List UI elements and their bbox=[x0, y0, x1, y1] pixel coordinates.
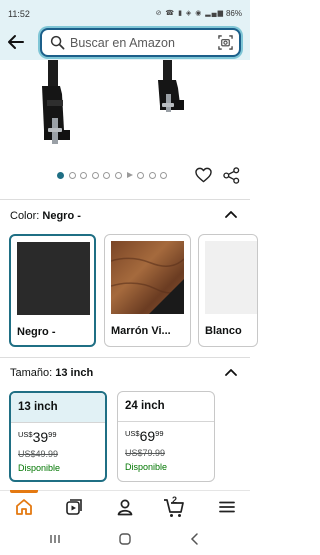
size-label: Tamaño: 13 inch bbox=[10, 367, 93, 379]
clamp-left bbox=[42, 60, 70, 144]
price-cents: 99 bbox=[155, 429, 164, 438]
size-option-13-inch[interactable]: 13 inch US$3999 US$49.99 Disponible bbox=[9, 391, 107, 482]
search-bar[interactable] bbox=[40, 28, 241, 57]
cart-count: 2 bbox=[172, 495, 178, 505]
color-option-label: Negro - bbox=[17, 326, 56, 338]
price-currency: US$ bbox=[125, 429, 140, 438]
carousel-dot[interactable] bbox=[160, 171, 168, 179]
battery-level: 86% bbox=[225, 9, 242, 18]
active-tab-indicator bbox=[10, 490, 38, 493]
color-option-marron[interactable]: Marrón Vi... bbox=[104, 234, 191, 347]
system-nav-bar bbox=[0, 522, 250, 555]
size-option-24-inch[interactable]: 24 inch US$6999 US$79.99 Disponible bbox=[117, 391, 215, 482]
color-label: Color: Negro - bbox=[10, 210, 81, 222]
carousel-dot[interactable] bbox=[80, 171, 88, 179]
status-icons: ⊘ ☎ ▮ ◈ ◉ ▂▄▆ bbox=[155, 10, 224, 17]
color-option-negro[interactable]: Negro - bbox=[9, 234, 96, 347]
cart-button[interactable]: 2 bbox=[163, 495, 187, 518]
price-whole: 69 bbox=[139, 428, 156, 444]
inspire-icon[interactable] bbox=[65, 498, 83, 516]
color-option-label: Blanco bbox=[205, 325, 242, 337]
back-arrow-icon[interactable] bbox=[6, 32, 26, 52]
carousel-dot[interactable] bbox=[91, 171, 99, 179]
menu-icon[interactable] bbox=[218, 498, 236, 516]
swatch-image-negro bbox=[17, 242, 90, 315]
availability: Disponible bbox=[125, 462, 168, 472]
price-whole: 39 bbox=[32, 429, 49, 445]
list-price: US$49.99 bbox=[18, 449, 59, 459]
search-input[interactable] bbox=[70, 30, 210, 55]
carousel-dot[interactable] bbox=[137, 171, 145, 179]
heart-icon[interactable] bbox=[195, 167, 212, 183]
divider bbox=[0, 357, 250, 358]
color-label-prefix: Color: bbox=[10, 210, 40, 222]
price: US$6999 bbox=[125, 428, 164, 446]
home-system-icon[interactable] bbox=[118, 532, 132, 546]
selected-size: 13 inch bbox=[55, 367, 94, 379]
price: US$3999 bbox=[18, 429, 57, 447]
bottom-nav: 2 bbox=[0, 490, 250, 522]
image-carousel-dots[interactable] bbox=[57, 170, 168, 180]
list-price: US$79.99 bbox=[125, 448, 166, 458]
color-option-label: Marrón Vi... bbox=[111, 325, 171, 337]
recent-apps-icon[interactable] bbox=[48, 532, 62, 546]
carousel-video-icon[interactable] bbox=[126, 172, 133, 178]
size-name: 24 inch bbox=[125, 400, 165, 412]
availability: Disponible bbox=[18, 463, 61, 473]
product-image[interactable] bbox=[0, 60, 250, 165]
carousel-dot[interactable] bbox=[148, 171, 156, 179]
size-label-prefix: Tamaño: bbox=[10, 367, 53, 379]
clamp-right bbox=[158, 60, 184, 112]
share-icon[interactable] bbox=[223, 167, 240, 184]
camera-scan-icon[interactable] bbox=[218, 35, 233, 50]
carousel-dot[interactable] bbox=[68, 171, 76, 179]
chevron-up-icon[interactable] bbox=[225, 210, 237, 218]
home-icon[interactable] bbox=[15, 498, 33, 516]
divider bbox=[11, 422, 105, 423]
app-header bbox=[0, 26, 250, 60]
carousel-dot[interactable] bbox=[57, 171, 64, 179]
price-currency: US$ bbox=[18, 430, 33, 439]
account-icon[interactable] bbox=[116, 498, 134, 516]
back-system-icon[interactable] bbox=[188, 532, 202, 546]
divider bbox=[118, 421, 214, 422]
carousel-dot[interactable] bbox=[103, 171, 111, 179]
swatch-image-blanco bbox=[205, 241, 257, 314]
search-icon bbox=[50, 35, 65, 50]
status-time: 11:52 bbox=[8, 9, 30, 19]
price-cents: 99 bbox=[48, 430, 57, 439]
swatch-image-marron bbox=[111, 241, 184, 314]
color-option-blanco[interactable]: Blanco bbox=[198, 234, 258, 347]
carousel-dot[interactable] bbox=[114, 171, 122, 179]
selected-color: Negro - bbox=[42, 210, 81, 222]
status-bar: 11:52 ⊘ ☎ ▮ ◈ ◉ ▂▄▆ 86% bbox=[0, 0, 250, 26]
divider bbox=[0, 199, 250, 200]
size-name: 13 inch bbox=[18, 401, 58, 413]
chevron-up-icon[interactable] bbox=[225, 368, 237, 376]
